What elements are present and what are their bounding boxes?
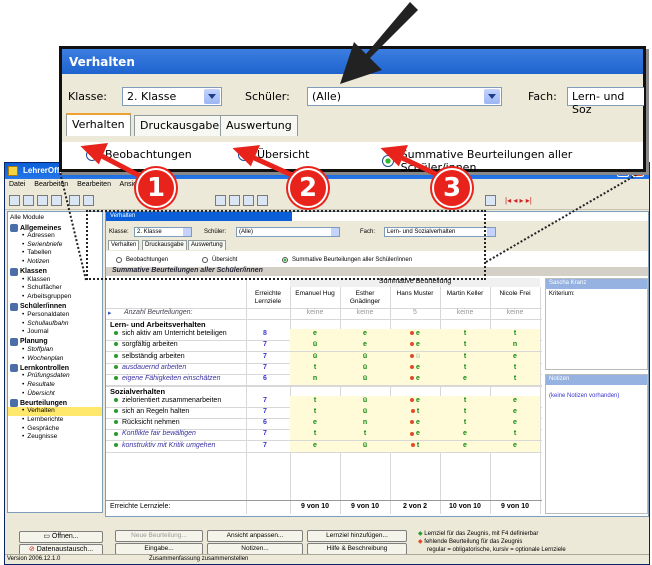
red-arrow-head-2 [232, 145, 260, 167]
red-arrow-3 [396, 153, 442, 179]
red-arrows [80, 143, 442, 179]
callout-1: 1 [136, 168, 176, 208]
red-arrow-2 [248, 153, 296, 179]
callout-2: 2 [288, 168, 328, 208]
red-arrow-1 [96, 151, 142, 179]
red-arrow-head-3 [380, 145, 408, 167]
red-arrow-head-1 [80, 143, 108, 165]
callout-3: 3 [432, 168, 472, 208]
